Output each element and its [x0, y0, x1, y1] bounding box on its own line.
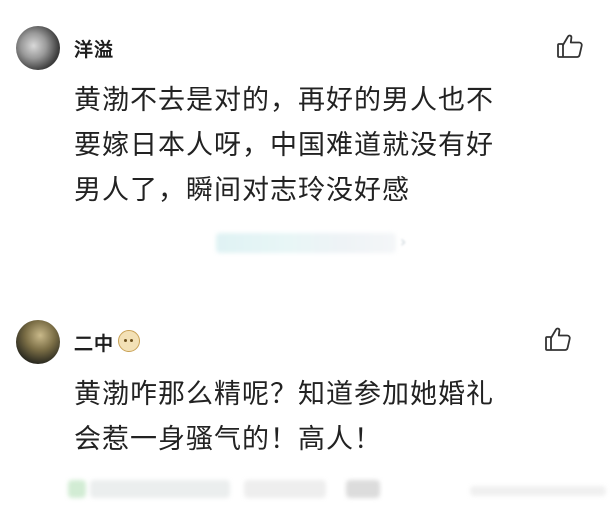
thumbs-up-icon[interactable]: [555, 31, 585, 61]
comment-text: 黄渤不去是对的，再好的男人也不 要嫁日本人呀，中国难道就没有好 男人了，瞬间对志…: [74, 85, 494, 206]
comment-item: 洋溢 黄渤不去是对的，再好的男人也不 要嫁日本人呀，中国难道就没有好 男人了，瞬…: [0, 0, 612, 300]
avatar[interactable]: [16, 26, 60, 70]
username[interactable]: 洋溢: [74, 35, 114, 62]
comment-text: 黄渤咋那么精呢？知道参加她婚礼 会惹一身骚气的！高人！: [74, 379, 494, 455]
chevron-right-icon: ›: [400, 232, 407, 251]
reply-preview-link[interactable]: [216, 233, 396, 253]
comment-meta-blurred: [244, 480, 326, 498]
comment-item: 二中 黄渤咋那么精呢？知道参加她婚礼 会惹一身骚气的！高人！: [0, 300, 612, 520]
comment-meta-blurred: [68, 480, 86, 498]
comment-meta-blurred: [470, 486, 606, 496]
username[interactable]: 二中: [74, 329, 114, 356]
comment-meta-blurred: [90, 480, 230, 498]
avatar[interactable]: [16, 320, 60, 364]
comment-meta-blurred: [346, 480, 380, 498]
thumbs-up-icon[interactable]: [543, 324, 573, 354]
monkey-face-badge-icon: [118, 330, 140, 352]
